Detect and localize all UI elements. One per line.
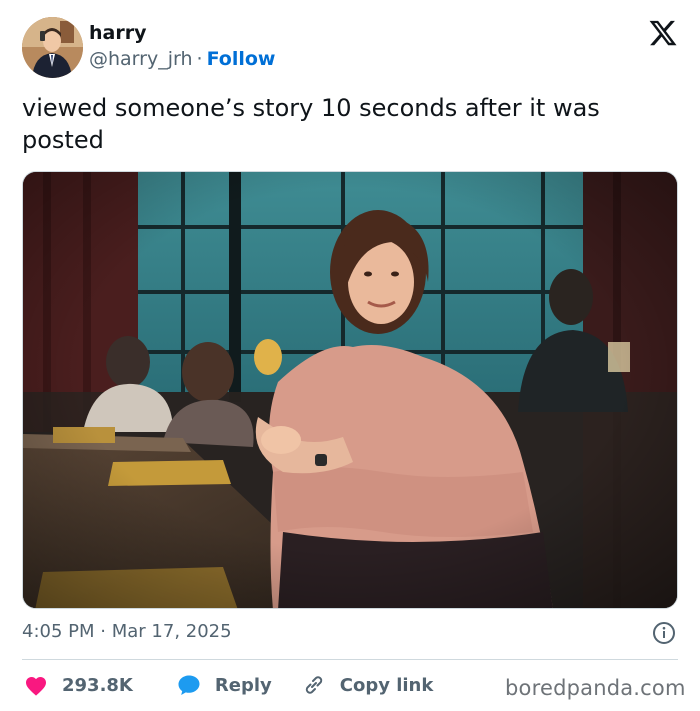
author-avatar[interactable]: [22, 17, 83, 78]
watermark-text: boredpanda.com: [505, 676, 686, 700]
handle-separator: ·: [196, 48, 203, 70]
x-logo-icon[interactable]: [648, 18, 678, 48]
tweet-media-photo[interactable]: [22, 171, 678, 609]
author-handle-row: @harry_jrh · Follow: [89, 48, 275, 70]
info-icon[interactable]: [652, 621, 676, 645]
heart-icon: [26, 677, 46, 696]
tweet-timestamp[interactable]: 4:05 PM · Mar 17, 2025: [22, 621, 232, 642]
author-name[interactable]: harry: [89, 22, 146, 44]
divider: [22, 659, 678, 660]
copy-link-button[interactable]: Copy link: [302, 673, 434, 697]
reply-label: Reply: [214, 674, 272, 696]
follow-button[interactable]: Follow: [207, 48, 276, 70]
reply-button[interactable]: Reply: [177, 674, 272, 696]
tweet-date: Mar 17, 2025: [111, 621, 232, 642]
speech-bubble-icon: [178, 675, 200, 695]
tweet-time: 4:05 PM: [22, 621, 95, 642]
action-bar: 293.8K Reply Copy link: [24, 672, 433, 698]
like-count: 293.8K: [62, 674, 133, 696]
timestamp-separator: ·: [100, 621, 106, 642]
author-handle[interactable]: @harry_jrh: [89, 48, 193, 70]
like-button[interactable]: 293.8K: [24, 674, 133, 696]
link-icon: [305, 676, 322, 694]
copy-link-label: Copy link: [339, 674, 434, 696]
tweet-text: viewed someone’s story 10 seconds after …: [22, 94, 600, 154]
